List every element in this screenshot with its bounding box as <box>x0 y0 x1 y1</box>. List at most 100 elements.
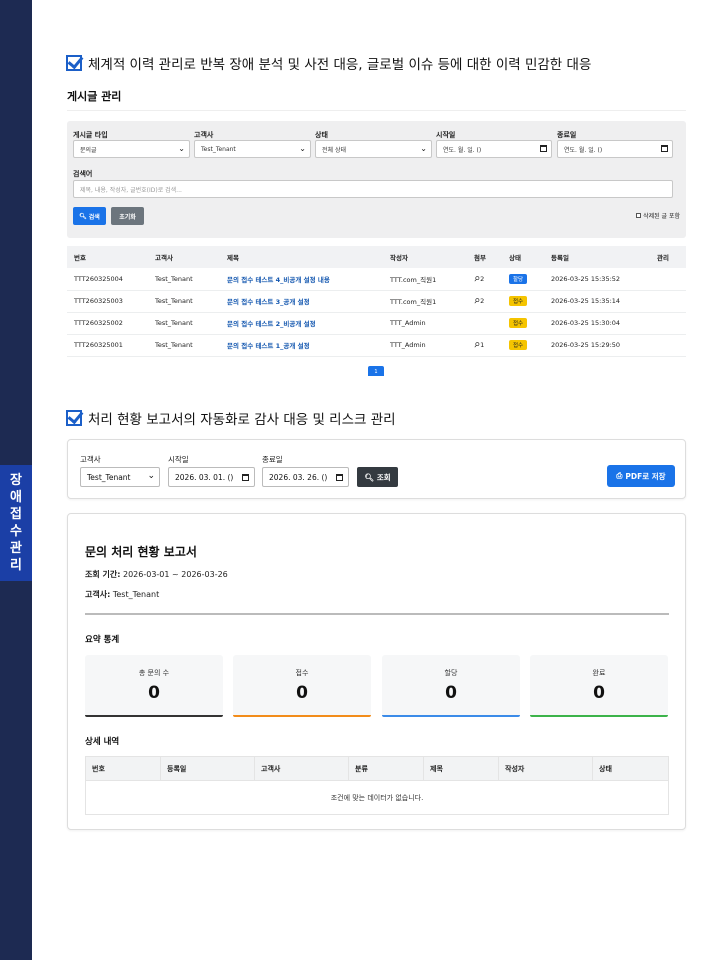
customer-select[interactable]: Test_Tenant ⌄ <box>194 140 311 158</box>
chevron-down-icon: ⌄ <box>147 471 155 481</box>
pagination-page-button[interactable]: 1 <box>368 366 384 376</box>
col-author: 작성자 <box>383 246 467 268</box>
stat-label: 총 문의 수 <box>138 669 170 677</box>
cell-attach[interactable]: ⚲2 <box>467 268 502 291</box>
report-customer-label-text: 고객사: <box>85 590 111 599</box>
stat-label: 접수 <box>295 669 309 677</box>
start-date-value: 연도. 월. 일. () <box>443 146 482 154</box>
col-title: 제목 <box>220 246 383 268</box>
cell-author: TTT.com_직원1 <box>383 268 467 291</box>
search-icon: 🔍︎ <box>79 212 87 220</box>
report-end-date-input[interactable]: 2026. 03. 26. () <box>262 467 349 487</box>
col-manage: 관리 <box>650 246 686 268</box>
board-screenshot: 게시글 관리 게시글 타입 문의글 ⌄ 고객사 Test_Tenant ⌄ 상태… <box>67 82 686 382</box>
section1-heading: 체계적 이력 관리로 반복 장애 분석 및 사전 대응, 글로벌 이슈 등에 대… <box>66 53 591 73</box>
status-select[interactable]: 전체 상태 ⌄ <box>315 140 432 158</box>
cell-title-link[interactable]: 문의 접수 테스트 4_비공개 설정 내용 <box>220 268 383 291</box>
cell-status: 할당 <box>502 268 544 291</box>
detail-col: 분류 <box>348 756 424 781</box>
report-customer-value-text: Test_Tenant <box>112 590 160 599</box>
cell-date: 2026-03-25 15:29:50 <box>544 334 650 357</box>
report-end-value: 2026. 03. 26. () <box>269 472 328 482</box>
report-period: 조회 기간: 2026-03-01 ~ 2026-03-26 <box>85 569 228 580</box>
section1-heading-text: 체계적 이력 관리로 반복 장애 분석 및 사전 대응, 글로벌 이슈 등에 대… <box>88 57 592 73</box>
cell-date: 2026-03-25 15:30:04 <box>544 312 650 335</box>
cell-status: 접수 <box>502 290 544 313</box>
search-button[interactable]: 🔍︎ 검색 <box>73 207 106 225</box>
status-badge: 할당 <box>509 273 528 284</box>
status-value: 전체 상태 <box>322 146 346 154</box>
cell-manage <box>650 268 686 291</box>
end-date-value: 연도. 월. 일. () <box>564 146 603 154</box>
query-button-label: 조회 <box>376 472 391 482</box>
customer-value: Test_Tenant <box>201 145 236 153</box>
table-row[interactable]: TTT260325001 Test_Tenant 문의 접수 테스트 1_공개 … <box>67 334 686 357</box>
query-button[interactable]: 🔍︎ 조회 <box>357 467 398 487</box>
end-date-label: 종료일 <box>557 131 577 139</box>
search-button-label: 검색 <box>88 213 100 221</box>
report-customer: 고객사: Test_Tenant <box>85 589 159 600</box>
cell-date: 2026-03-25 15:35:14 <box>544 290 650 313</box>
sidebar-label-char: 리 <box>10 558 22 573</box>
calendar-icon[interactable] <box>661 145 668 152</box>
status-badge: 접수 <box>509 340 528 350</box>
cell-title-link[interactable]: 문의 접수 테스트 2_비공개 설정 <box>220 312 383 335</box>
sidebar-label-char: 장 <box>10 473 22 488</box>
section2-heading: 처리 현황 보고서의 자동화로 감사 대응 및 리스크 관리 <box>66 408 396 428</box>
keyword-input[interactable]: 제목, 내용, 작성자, 글번호(ID)로 검색... <box>73 180 673 198</box>
cell-customer: Test_Tenant <box>148 290 220 313</box>
keyword-label: 검색어 <box>73 170 93 178</box>
table-row[interactable]: TTT260325003 Test_Tenant 문의 접수 테스트 3_공개 … <box>67 290 686 313</box>
start-date-input[interactable]: 연도. 월. 일. () <box>436 140 552 158</box>
cell-title-link[interactable]: 문의 접수 테스트 1_공개 설정 <box>220 334 383 357</box>
pdf-save-button[interactable]: ⎙ PDF로 저장 <box>607 465 675 487</box>
detail-col: 고객사 <box>254 756 349 781</box>
calendar-icon[interactable] <box>336 474 343 481</box>
end-date-input[interactable]: 연도. 월. 일. () <box>557 140 673 158</box>
calendar-icon[interactable] <box>242 474 249 481</box>
attach-count: 1 <box>480 341 485 349</box>
board-title: 게시글 관리 <box>67 90 122 103</box>
include-deleted-label: 삭제된 글 포함 <box>643 213 680 220</box>
stat-label: 완료 <box>592 669 606 677</box>
cell-attach[interactable]: ⚲2 <box>467 290 502 313</box>
cell-date: 2026-03-25 15:35:52 <box>544 268 650 291</box>
report-start-date-input[interactable]: 2026. 03. 01. () <box>168 467 255 487</box>
search-icon: 🔍︎ <box>364 472 374 482</box>
post-type-select[interactable]: 문의글 ⌄ <box>73 140 190 158</box>
cell-customer: Test_Tenant <box>148 268 220 291</box>
table-row[interactable]: TTT260325004 Test_Tenant 문의 접수 테스트 4_비공개… <box>67 268 686 291</box>
report-customer-select[interactable]: Test_Tenant ⌄ <box>80 467 160 487</box>
cell-manage <box>650 312 686 335</box>
report-period-label: 조회 기간: <box>85 570 121 579</box>
detail-col: 등록일 <box>160 756 255 781</box>
report-start-value: 2026. 03. 01. () <box>175 472 234 482</box>
report-customer-label: 고객사 <box>80 455 101 464</box>
stat-value: 0 <box>593 683 605 703</box>
stat-card-received: 접수 0 <box>233 655 371 717</box>
reset-button[interactable]: 초기화 <box>111 207 144 225</box>
checkbox-square[interactable] <box>636 213 642 218</box>
sidebar-label-char: 수 <box>10 524 22 539</box>
report-customer-value: Test_Tenant <box>87 472 131 482</box>
stat-value: 0 <box>296 683 308 703</box>
cell-customer: Test_Tenant <box>148 312 220 335</box>
customer-label: 고객사 <box>194 131 214 139</box>
calendar-icon[interactable] <box>540 145 547 152</box>
cell-attach[interactable]: ⚲1 <box>467 334 502 357</box>
include-deleted-checkbox[interactable]: 삭제된 글 포함 <box>636 211 680 220</box>
cell-manage <box>650 290 686 313</box>
cell-author: TTT.com_직원1 <box>383 290 467 313</box>
start-date-label: 시작일 <box>436 131 456 139</box>
divider <box>67 110 686 111</box>
filter-panel: 게시글 타입 문의글 ⌄ 고객사 Test_Tenant ⌄ 상태 전체 상태 … <box>67 121 686 238</box>
report-panel: 문의 처리 현황 보고서 조회 기간: 2026-03-01 ~ 2026-03… <box>67 513 686 830</box>
report-filter-panel: 고객사 Test_Tenant ⌄ 시작일 2026. 03. 01. () 종… <box>67 439 686 499</box>
post-table: 번호 고객사 제목 작성자 첨부 상태 등록일 관리 TTT260325004 … <box>67 246 686 357</box>
table-row[interactable]: TTT260325002 Test_Tenant 문의 접수 테스트 2_비공개… <box>67 312 686 335</box>
cell-manage <box>650 334 686 357</box>
cell-title-link[interactable]: 문의 접수 테스트 3_공개 설정 <box>220 290 383 313</box>
detail-col: 번호 <box>85 756 161 781</box>
cell-customer: Test_Tenant <box>148 334 220 357</box>
stat-label: 할당 <box>444 669 458 677</box>
